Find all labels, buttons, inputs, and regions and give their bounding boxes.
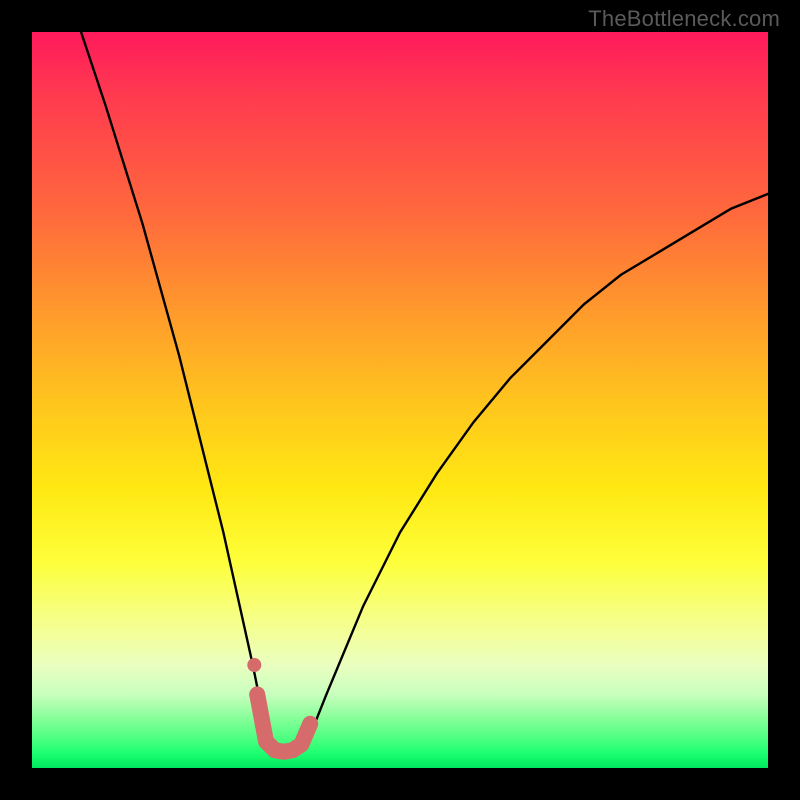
chart-frame: TheBottleneck.com bbox=[0, 0, 800, 800]
sweet-spot-highlight bbox=[247, 658, 310, 752]
plot-area bbox=[32, 32, 768, 768]
bottleneck-curve bbox=[69, 0, 768, 753]
curve-layer bbox=[32, 32, 768, 768]
watermark-text: TheBottleneck.com bbox=[588, 6, 780, 32]
